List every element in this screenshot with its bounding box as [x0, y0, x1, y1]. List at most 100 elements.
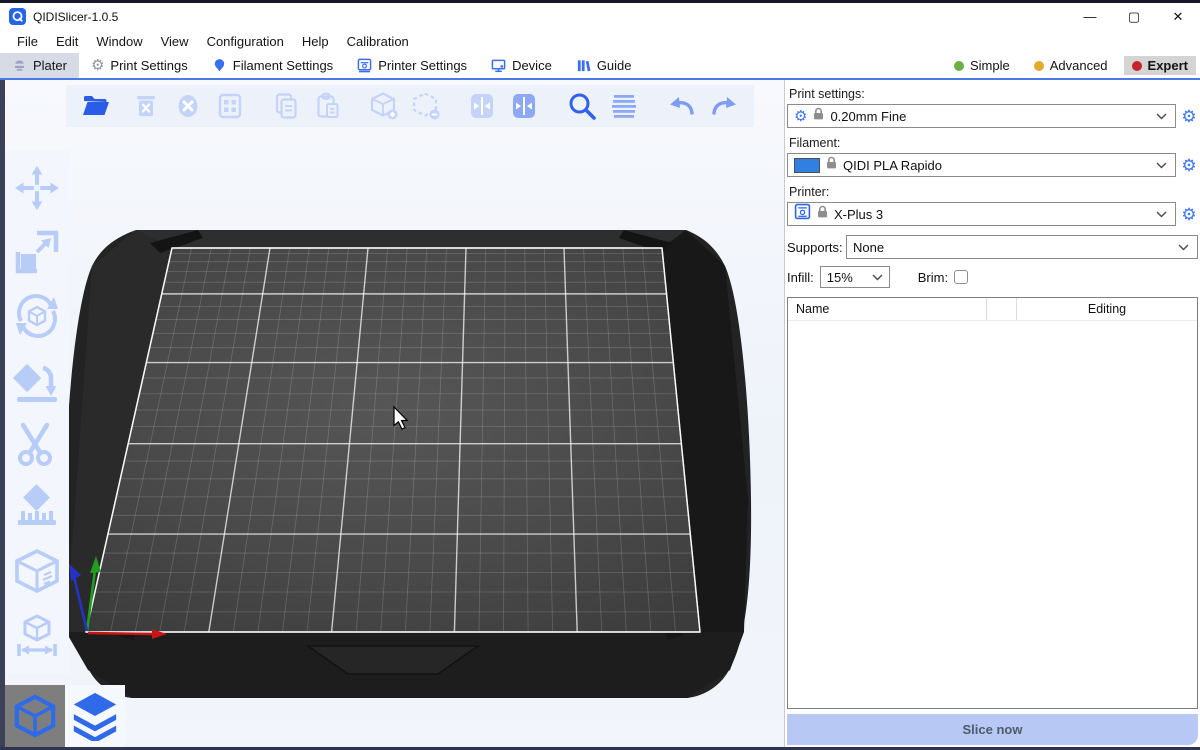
open-folder-icon[interactable]	[80, 90, 112, 122]
menu-help[interactable]: Help	[293, 30, 338, 53]
measure-icon[interactable]	[11, 610, 63, 662]
window-title: QIDISlicer-1.0.5	[33, 10, 118, 24]
menu-edit[interactable]: Edit	[47, 30, 87, 53]
printer-combo[interactable]: X-Plus 3	[787, 202, 1176, 226]
menu-window[interactable]: Window	[87, 30, 151, 53]
mode-advanced[interactable]: Advanced	[1026, 56, 1116, 75]
filament-color-swatch	[794, 158, 820, 173]
app-logo-icon	[9, 8, 26, 25]
view-mode-toggles	[5, 685, 125, 747]
filament-combo[interactable]: QIDI PLA Rapido	[787, 153, 1176, 177]
menu-configuration[interactable]: Configuration	[198, 30, 293, 53]
mode-expert[interactable]: Expert	[1124, 56, 1196, 75]
3d-editor-view-icon[interactable]	[5, 685, 65, 747]
supports-combo[interactable]: None	[846, 235, 1198, 259]
tab-printer-settings[interactable]: Printer Settings	[345, 53, 479, 78]
menu-calibration[interactable]: Calibration	[338, 30, 418, 53]
move-icon[interactable]	[11, 162, 63, 214]
search-icon[interactable]	[566, 90, 598, 122]
tab-device[interactable]: Device	[479, 53, 564, 78]
menu-view[interactable]: View	[152, 30, 198, 53]
lock-icon	[817, 205, 828, 223]
preview-layers-icon[interactable]	[65, 685, 125, 747]
filament-icon	[212, 58, 227, 73]
chevron-down-icon	[1156, 113, 1167, 120]
object-list-body[interactable]	[788, 321, 1197, 708]
chevron-down-icon	[1178, 244, 1189, 251]
seam-painting-icon[interactable]	[11, 546, 63, 598]
menu-file[interactable]: File	[8, 30, 47, 53]
tab-printer-settings-label: Printer Settings	[378, 58, 467, 73]
delete-icon[interactable]	[130, 90, 162, 122]
plater-toolbar	[66, 85, 754, 127]
tab-guide[interactable]: Guide	[564, 53, 644, 78]
expert-dot-icon	[1132, 61, 1142, 71]
redo-icon[interactable]	[708, 90, 740, 122]
advanced-dot-icon	[1034, 61, 1044, 71]
mode-expert-label: Expert	[1148, 58, 1188, 73]
undo-icon[interactable]	[666, 90, 698, 122]
tab-guide-label: Guide	[597, 58, 632, 73]
column-name: Name	[788, 302, 986, 316]
bed-plate	[86, 248, 700, 632]
object-list[interactable]: Name Editing	[787, 297, 1198, 709]
print-settings-combo[interactable]: ⚙ 0.20mm Fine	[787, 104, 1176, 128]
tab-filament-settings[interactable]: Filament Settings	[200, 53, 345, 78]
mode-simple[interactable]: Simple	[946, 56, 1018, 75]
lock-icon	[826, 156, 837, 174]
brim-checkbox[interactable]	[954, 270, 968, 284]
mode-simple-label: Simple	[970, 58, 1010, 73]
guide-icon	[576, 58, 591, 73]
lock-icon	[813, 107, 824, 125]
paint-supports-icon[interactable]	[11, 482, 63, 534]
device-icon	[491, 58, 506, 73]
chevron-down-icon	[1156, 211, 1167, 218]
edit-printer-gear-icon[interactable]: ⚙	[1180, 206, 1198, 223]
object-manipulation-toolbar	[5, 150, 69, 674]
paste-icon[interactable]	[312, 90, 344, 122]
tab-print-settings-label: Print Settings	[110, 58, 187, 73]
remove-instance-icon[interactable]	[410, 90, 442, 122]
column-extruder	[986, 298, 1016, 320]
main-area: Print settings: ⚙ 0.20mm Fine ⚙ Filament…	[0, 80, 1200, 747]
close-button[interactable]: ✕	[1156, 3, 1200, 30]
tab-bar: Plater ⚙ Print Settings Filament Setting…	[0, 53, 1200, 80]
viewport-3d[interactable]	[0, 80, 784, 747]
split-to-objects-icon[interactable]	[466, 90, 498, 122]
copy-icon[interactable]	[270, 90, 302, 122]
printer-label: Printer:	[789, 185, 1198, 199]
print-bed	[0, 80, 783, 747]
app-window: QIDISlicer-1.0.5 — ▢ ✕ File Edit Window …	[0, 0, 1200, 750]
edit-filament-gear-icon[interactable]: ⚙	[1180, 157, 1198, 174]
supports-value: None	[853, 240, 1172, 255]
object-list-header: Name Editing	[788, 298, 1197, 321]
window-controls: — ▢ ✕	[1068, 3, 1200, 30]
infill-value: 15%	[827, 270, 872, 285]
split-to-parts-icon[interactable]	[508, 90, 540, 122]
minimize-button[interactable]: —	[1068, 3, 1112, 30]
edit-print-settings-gear-icon[interactable]: ⚙	[1180, 108, 1198, 125]
column-editing: Editing	[1016, 298, 1197, 320]
brim-label: Brim:	[918, 270, 948, 285]
tab-print-settings[interactable]: ⚙ Print Settings	[79, 53, 200, 78]
tab-device-label: Device	[512, 58, 552, 73]
rotate-icon[interactable]	[11, 290, 63, 342]
filament-label: Filament:	[789, 136, 1198, 150]
tab-plater[interactable]: Plater	[0, 53, 79, 78]
slice-now-button[interactable]: Slice now	[787, 714, 1198, 745]
infill-combo[interactable]: 15%	[820, 266, 890, 288]
chevron-down-icon	[1156, 162, 1167, 169]
arrange-icon[interactable]	[214, 90, 246, 122]
menu-bar: File Edit Window View Configuration Help…	[0, 30, 1200, 53]
variable-layer-height-icon[interactable]	[608, 90, 640, 122]
maximize-button[interactable]: ▢	[1112, 3, 1156, 30]
scale-icon[interactable]	[11, 226, 63, 278]
filament-value: QIDI PLA Rapido	[843, 158, 1150, 173]
cut-icon[interactable]	[11, 418, 63, 470]
add-instance-icon[interactable]	[368, 90, 400, 122]
place-on-face-icon[interactable]	[11, 354, 63, 406]
printer-value: X-Plus 3	[834, 207, 1150, 222]
gear-icon: ⚙	[91, 58, 104, 73]
delete-all-icon[interactable]	[172, 90, 204, 122]
title-bar: QIDISlicer-1.0.5 — ▢ ✕	[0, 3, 1200, 30]
